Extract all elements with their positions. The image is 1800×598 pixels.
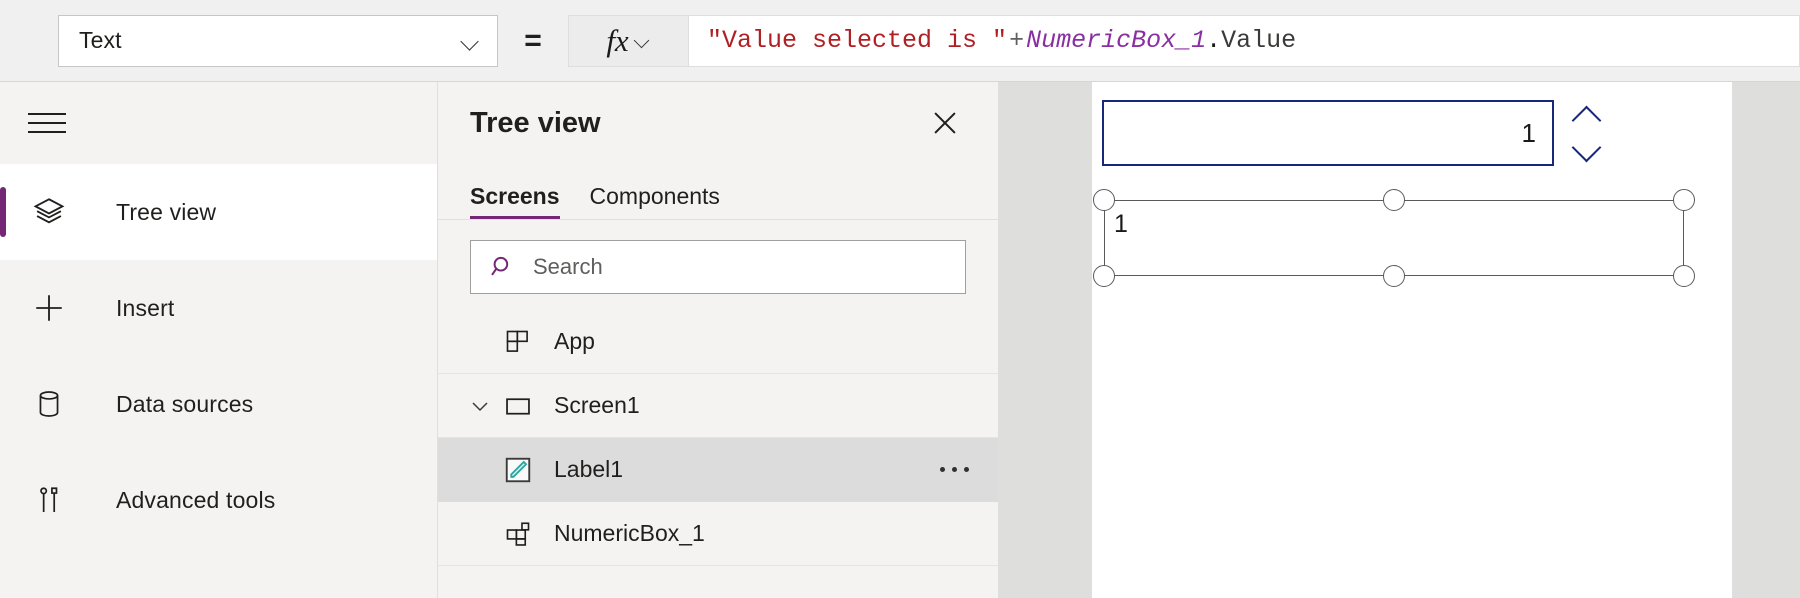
chevron-up-icon[interactable]: [1571, 107, 1601, 125]
selected-label-control[interactable]: 1: [1093, 189, 1695, 287]
numeric-box-control[interactable]: 1: [1102, 100, 1554, 166]
chevron-down-icon: [461, 31, 481, 51]
sidebar-item-data-sources[interactable]: Data sources: [0, 356, 437, 452]
search-icon: [489, 253, 517, 281]
layers-icon: [28, 195, 70, 229]
sidebar-item-insert[interactable]: Insert: [0, 260, 437, 356]
label-pencil-icon: [500, 455, 536, 485]
hamburger-icon[interactable]: [28, 110, 66, 136]
property-dropdown-value: Text: [79, 27, 122, 53]
tab-screens[interactable]: Screens: [470, 183, 560, 219]
tree-node-list: App Screen1 Label1 NumericBox_1: [438, 310, 998, 566]
panel-title: Tree view: [470, 106, 601, 139]
search-placeholder: Search: [533, 254, 603, 279]
formula-bar: Text = fx "Value selected is " + Numeric…: [0, 0, 1800, 82]
chevron-down-icon[interactable]: [460, 394, 500, 418]
sidebar-item-label: Data sources: [116, 390, 254, 417]
tools-icon: [28, 484, 70, 516]
formula-token-control: NumericBox_1: [1026, 26, 1207, 55]
fx-icon: fx: [606, 23, 629, 58]
tree-node-label: NumericBox_1: [554, 520, 705, 546]
label-text: 1: [1114, 210, 1128, 238]
resize-handle-top-center[interactable]: [1383, 189, 1405, 211]
tree-node-numericbox1[interactable]: NumericBox_1: [438, 502, 998, 566]
tree-view-header: Tree view: [438, 82, 998, 164]
app-icon: [500, 328, 536, 356]
database-icon: [28, 388, 70, 420]
tab-components[interactable]: Components: [590, 183, 720, 219]
tree-node-screen1[interactable]: Screen1: [438, 374, 998, 438]
tree-node-label: App: [554, 328, 595, 354]
tree-node-label1[interactable]: Label1: [438, 438, 998, 502]
canvas-area: 1 1: [998, 82, 1800, 598]
powerapps-studio: Text = fx "Value selected is " + Numeric…: [0, 0, 1800, 598]
screen-icon: [500, 392, 536, 420]
search-input[interactable]: Search: [470, 240, 966, 294]
sidebar-item-label: Tree view: [116, 198, 217, 225]
resize-handle-top-left[interactable]: [1093, 189, 1115, 211]
search-wrapper: Search: [438, 220, 998, 310]
left-rail: Tree view Insert Data sources Advanced t…: [0, 82, 437, 598]
close-icon[interactable]: [928, 106, 962, 140]
chevron-down-icon[interactable]: [1571, 141, 1601, 159]
numeric-box-spinner[interactable]: [1568, 100, 1604, 166]
tree-view-panel: Tree view Screens Components Search App …: [437, 82, 998, 598]
tree-node-app[interactable]: App: [438, 310, 998, 374]
formula-token-dot: .: [1206, 26, 1222, 55]
tree-view-tabs: Screens Components: [438, 164, 998, 220]
formula-token-string: "Value selected is ": [707, 26, 1008, 55]
component-icon: [500, 520, 536, 548]
sidebar-item-tree-view[interactable]: Tree view: [0, 164, 437, 260]
numeric-box-value: 1: [1521, 117, 1536, 148]
formula-token-operator: +: [1009, 26, 1025, 55]
property-dropdown[interactable]: Text: [58, 14, 498, 67]
fx-button[interactable]: fx: [568, 14, 688, 67]
tree-node-label: Label1: [554, 456, 624, 482]
more-options-icon[interactable]: [924, 467, 984, 472]
resize-handle-bottom-center[interactable]: [1383, 265, 1405, 287]
sidebar-item-advanced-tools[interactable]: Advanced tools: [0, 452, 437, 548]
sidebar-item-label: Insert: [116, 294, 175, 321]
resize-handle-top-right[interactable]: [1673, 189, 1695, 211]
tree-node-label: Screen1: [554, 392, 640, 418]
resize-handle-bottom-left[interactable]: [1093, 265, 1115, 287]
hamburger-row: [0, 82, 437, 164]
resize-handle-bottom-right[interactable]: [1673, 265, 1695, 287]
chevron-down-icon: [635, 33, 651, 49]
equals-sign: =: [524, 23, 542, 57]
formula-input[interactable]: "Value selected is " + NumericBox_1 . Va…: [688, 14, 1800, 67]
formula-token-property: Value: [1221, 26, 1297, 55]
app-screen-canvas[interactable]: 1 1: [1092, 82, 1732, 598]
sidebar-item-label: Advanced tools: [116, 486, 276, 513]
plus-icon: [28, 291, 70, 325]
